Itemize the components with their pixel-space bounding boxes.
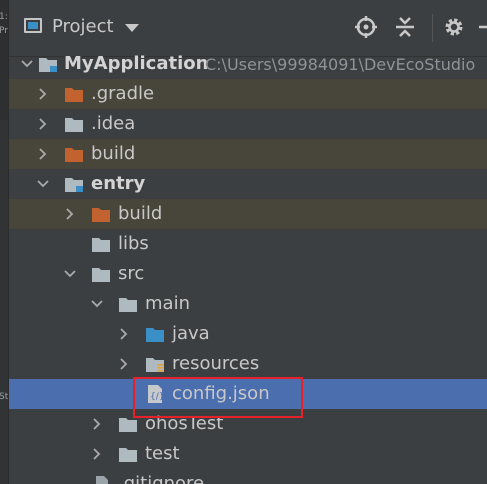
- tree-label: main: [145, 293, 190, 314]
- resources-folder-icon: [145, 356, 165, 373]
- dropdown-caret-icon[interactable]: [125, 24, 139, 32]
- tree-row-src[interactable]: src: [9, 259, 487, 289]
- tree-row-idea[interactable]: .idea: [9, 109, 487, 139]
- structure-tool-tab[interactable]: Structure: [0, 380, 8, 484]
- chevron-right-icon[interactable]: [117, 327, 131, 341]
- tree-label: test: [145, 443, 180, 464]
- tree-row-libs[interactable]: libs: [9, 229, 487, 259]
- header-separator: [432, 14, 433, 42]
- highlight-annotation-box: [133, 377, 303, 418]
- locate-icon[interactable]: [353, 14, 379, 40]
- project-tree: MyApplication C:\Users\99984091\DevEcoSt…: [9, 49, 487, 484]
- folder-icon: [118, 446, 138, 463]
- chevron-right-icon[interactable]: [63, 207, 77, 221]
- tree-row-test[interactable]: test: [9, 439, 487, 469]
- module-folder-icon: [38, 56, 58, 73]
- chevron-right-icon[interactable]: [90, 447, 104, 461]
- tree-label: MyApplication: [64, 53, 209, 74]
- left-tool-strip: 1: Project Structure: [0, 0, 9, 484]
- structure-tool-tab-label: Structure: [0, 392, 8, 402]
- tree-label: build: [118, 203, 163, 224]
- tree-label: build: [91, 143, 136, 164]
- file-icon: [94, 475, 110, 484]
- tree-row-entry-build[interactable]: build: [9, 199, 487, 229]
- folder-icon: [91, 266, 111, 283]
- tree-row-resources[interactable]: resources: [9, 349, 487, 379]
- tree-row-java[interactable]: java: [9, 319, 487, 349]
- chevron-right-icon[interactable]: [90, 417, 104, 431]
- folder-icon: [64, 116, 84, 133]
- module-folder-icon: [64, 176, 84, 193]
- tree-label: src: [118, 263, 145, 284]
- folder-icon: [91, 236, 111, 253]
- tree-label: java: [172, 323, 210, 344]
- chevron-down-icon[interactable]: [20, 57, 34, 71]
- tree-row-build[interactable]: build: [9, 139, 487, 169]
- panel-title[interactable]: Project: [52, 16, 114, 38]
- project-view-icon: [24, 18, 42, 33]
- tree-row-gradle[interactable]: .gradle: [9, 79, 487, 109]
- tree-row-gitignore[interactable]: .gitignore: [9, 469, 487, 484]
- tree-row-entry[interactable]: entry: [9, 169, 487, 199]
- chevron-right-icon[interactable]: [117, 357, 131, 371]
- tree-row-myapplication[interactable]: MyApplication C:\Users\99984091\DevEcoSt…: [9, 49, 487, 79]
- tree-label: .idea: [91, 113, 136, 134]
- tree-label: resources: [172, 353, 260, 374]
- project-tool-tab-label: 1: Project: [0, 12, 8, 36]
- project-tool-tab[interactable]: 1: Project: [0, 0, 8, 120]
- excluded-folder-icon: [91, 206, 111, 223]
- tree-row-main[interactable]: main: [9, 289, 487, 319]
- chevron-down-icon[interactable]: [36, 177, 50, 191]
- chevron-down-icon[interactable]: [90, 297, 104, 311]
- project-path: C:\Users\99984091\DevEcoStudio: [205, 55, 476, 74]
- excluded-folder-icon: [64, 146, 84, 163]
- folder-icon: [118, 296, 138, 313]
- source-folder-icon: [145, 326, 165, 343]
- hide-icon[interactable]: [475, 14, 487, 40]
- chevron-right-icon[interactable]: [36, 87, 50, 101]
- chevron-right-icon[interactable]: [36, 117, 50, 131]
- gear-icon[interactable]: [441, 14, 467, 40]
- chevron-down-icon[interactable]: [63, 267, 77, 281]
- excluded-folder-icon: [64, 86, 84, 103]
- tree-label: entry: [91, 173, 146, 194]
- tree-label: libs: [118, 233, 149, 254]
- folder-icon: [118, 416, 138, 433]
- tree-label: .gitignore: [118, 473, 205, 484]
- collapse-all-icon[interactable]: [392, 14, 418, 40]
- chevron-right-icon[interactable]: [36, 147, 50, 161]
- tree-label: .gradle: [91, 83, 155, 104]
